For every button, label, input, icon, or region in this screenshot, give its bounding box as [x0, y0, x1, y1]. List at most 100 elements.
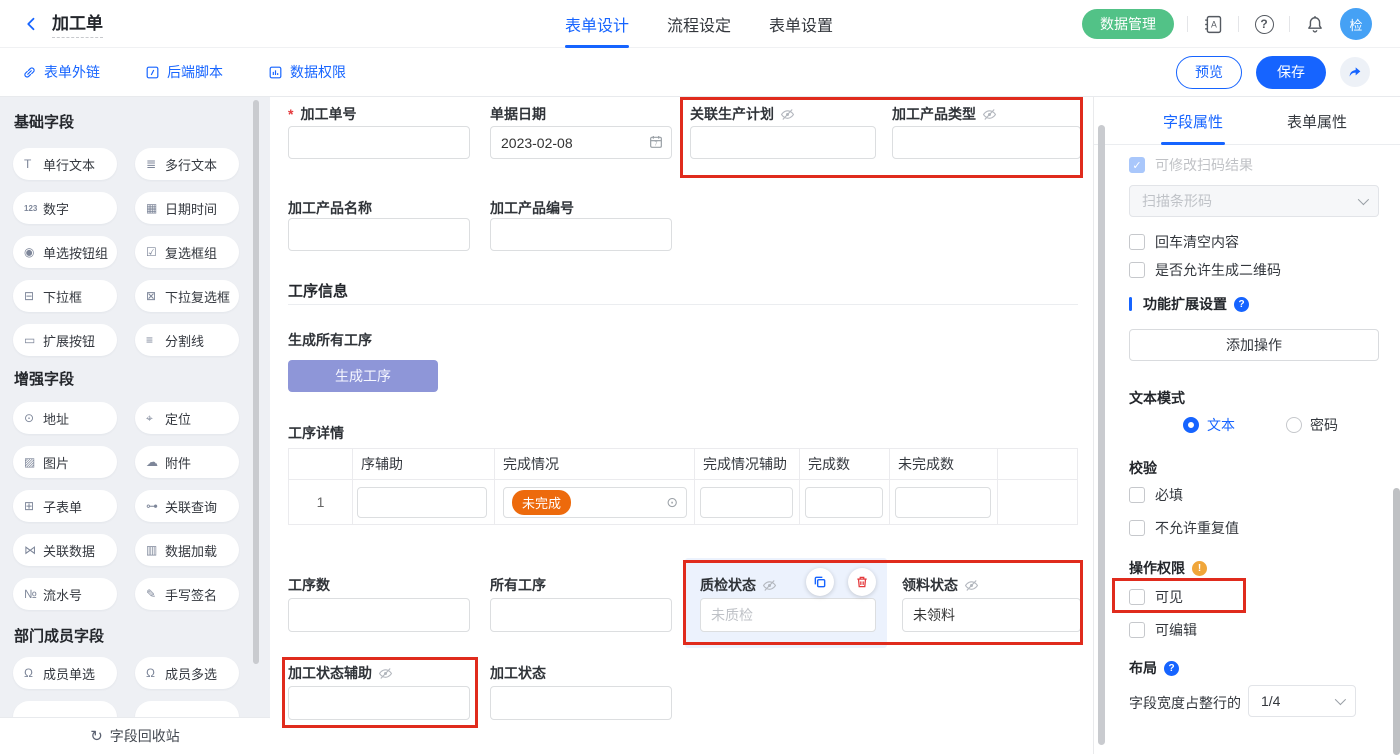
- process-status-input[interactable]: [490, 686, 672, 720]
- order-no-input[interactable]: [288, 126, 470, 159]
- required-row: 必填: [1129, 485, 1183, 505]
- backend-script-link[interactable]: 后端脚本: [145, 62, 223, 82]
- allow-qrcode-checkbox[interactable]: [1129, 262, 1145, 278]
- palette-item-member-single[interactable]: Ω成员单选: [13, 657, 117, 689]
- save-button[interactable]: 保存: [1256, 56, 1326, 89]
- palette-item-label: 成员单选: [43, 664, 95, 683]
- field-recycle-bin[interactable]: ↻ 字段回收站: [0, 717, 270, 754]
- scan-result-checkbox[interactable]: ✓: [1129, 157, 1145, 173]
- share-button[interactable]: [1340, 57, 1370, 87]
- calendar-icon[interactable]: 7: [648, 134, 664, 150]
- palette-item-serial-number[interactable]: №流水号: [13, 578, 117, 610]
- process-status-aux-input[interactable]: [288, 686, 470, 720]
- contact-book-icon[interactable]: A: [1201, 12, 1225, 36]
- field-width-select[interactable]: 1/4: [1248, 685, 1356, 717]
- divider-icon: ≡: [146, 333, 165, 347]
- form-external-link[interactable]: 表单外链: [22, 62, 100, 82]
- panel-tabs: 字段属性 表单属性: [1094, 97, 1400, 145]
- tab-form-design[interactable]: 表单设计: [565, 0, 629, 48]
- palette-item-subform[interactable]: ⊞子表单: [13, 490, 117, 522]
- scan-type-select[interactable]: 扫描条形码: [1129, 185, 1379, 217]
- product-type-input[interactable]: [892, 126, 1081, 159]
- plan-input[interactable]: [690, 126, 876, 159]
- process-count-input[interactable]: [288, 598, 470, 632]
- tab-form-props[interactable]: 表单属性: [1287, 97, 1347, 145]
- data-manage-button[interactable]: 数据管理: [1082, 9, 1174, 39]
- palette-item-data-load[interactable]: ▥数据加载: [135, 534, 239, 566]
- palette-item-multi-dropdown[interactable]: ⊠下拉复选框: [135, 280, 239, 312]
- copy-field-button[interactable]: [806, 568, 834, 596]
- text-mode-text-option[interactable]: 文本: [1183, 415, 1235, 435]
- palette-item-datetime[interactable]: ▦日期时间: [135, 192, 239, 224]
- palette-item-image[interactable]: ▨图片: [13, 446, 117, 478]
- add-action-button[interactable]: 添加操作: [1129, 329, 1379, 361]
- eye-off-icon[interactable]: [964, 578, 979, 593]
- palette-item-single-line-text[interactable]: T单行文本: [13, 148, 117, 180]
- palette-item-location[interactable]: ⌖定位: [135, 402, 239, 434]
- validation-header: 校验: [1129, 458, 1157, 478]
- no-duplicate-checkbox[interactable]: [1129, 520, 1145, 536]
- warning-icon[interactable]: !: [1192, 561, 1207, 576]
- signature-icon: ✎: [146, 587, 165, 601]
- material-status-input[interactable]: [902, 598, 1081, 632]
- status-circle-icon[interactable]: ⊙: [666, 494, 678, 511]
- notification-bell-icon[interactable]: [1303, 12, 1327, 36]
- back-button[interactable]: [20, 12, 44, 36]
- product-no-input[interactable]: [490, 218, 672, 251]
- sidebar-scrollbar[interactable]: [253, 100, 259, 664]
- tab-flow-setting[interactable]: 流程设定: [667, 0, 731, 48]
- eye-off-icon[interactable]: [762, 578, 777, 593]
- avatar[interactable]: 检: [1340, 8, 1372, 40]
- tab-field-props[interactable]: 字段属性: [1163, 97, 1223, 145]
- palette-item-label: 关联查询: [165, 497, 217, 516]
- eye-off-icon[interactable]: [982, 107, 997, 122]
- visible-checkbox[interactable]: [1129, 589, 1145, 605]
- palette-item-label: 单选按钮组: [43, 243, 108, 262]
- help-question-icon[interactable]: ?: [1164, 661, 1179, 676]
- product-name-input[interactable]: [288, 218, 470, 251]
- tab-form-setting[interactable]: 表单设置: [769, 0, 833, 48]
- palette-item-number[interactable]: 123数字: [13, 192, 117, 224]
- palette-item-label: 关联数据: [43, 541, 95, 560]
- eye-off-icon[interactable]: [780, 107, 795, 122]
- field-label-product-no: 加工产品编号: [490, 198, 574, 218]
- palette-item-extend-button[interactable]: ▭扩展按钮: [13, 324, 117, 356]
- qc-status-input[interactable]: [700, 598, 876, 632]
- text-mode-password-option[interactable]: 密码: [1286, 415, 1338, 435]
- generate-process-button[interactable]: 生成工序: [288, 360, 438, 392]
- palette-item-signature[interactable]: ✎手写签名: [135, 578, 239, 610]
- divider: [1289, 16, 1290, 32]
- seq-aux-input[interactable]: [357, 487, 487, 518]
- palette-item-member-multi[interactable]: Ω成员多选: [135, 657, 239, 689]
- uncompleted-count-input[interactable]: [895, 487, 991, 518]
- preview-button[interactable]: 预览: [1176, 56, 1242, 89]
- palette-item-dropdown[interactable]: ⊟下拉框: [13, 280, 117, 312]
- completion-aux-input[interactable]: [700, 487, 793, 518]
- window-scrollbar[interactable]: [1393, 488, 1400, 755]
- palette-item-radio-group[interactable]: ◉单选按钮组: [13, 236, 117, 268]
- panel-scrollbar[interactable]: [1098, 125, 1105, 745]
- eye-off-icon[interactable]: [378, 666, 393, 681]
- palette-item-linked-data[interactable]: ⋈关联数据: [13, 534, 117, 566]
- palette-item-address[interactable]: ⊙地址: [13, 402, 117, 434]
- status-badge[interactable]: 未完成: [512, 490, 571, 515]
- top-bar: 加工单 表单设计 流程设定 表单设置 数据管理 A ? 检: [0, 0, 1400, 48]
- help-question-icon[interactable]: ?: [1234, 297, 1249, 312]
- editable-checkbox[interactable]: [1129, 622, 1145, 638]
- palette-item-label: 单行文本: [43, 155, 95, 174]
- completion-status-select[interactable]: 未完成 ⊙: [503, 487, 687, 518]
- all-process-input[interactable]: [490, 598, 672, 632]
- help-icon[interactable]: ?: [1252, 12, 1276, 36]
- palette-item-linked-query[interactable]: ⊶关联查询: [135, 490, 239, 522]
- clear-on-enter-checkbox[interactable]: [1129, 234, 1145, 250]
- palette-item-multi-line-text[interactable]: ≣多行文本: [135, 148, 239, 180]
- data-permission-link[interactable]: 数据权限: [268, 62, 346, 82]
- palette-item-checkbox-group[interactable]: ☑复选框组: [135, 236, 239, 268]
- delete-field-button[interactable]: [848, 568, 876, 596]
- palette-item-attachment[interactable]: ☁附件: [135, 446, 239, 478]
- scan-result-label: 可修改扫码结果: [1155, 155, 1253, 175]
- order-date-input[interactable]: [490, 126, 672, 159]
- completed-count-input[interactable]: [805, 487, 883, 518]
- palette-item-divider-line[interactable]: ≡分割线: [135, 324, 239, 356]
- required-checkbox[interactable]: [1129, 487, 1145, 503]
